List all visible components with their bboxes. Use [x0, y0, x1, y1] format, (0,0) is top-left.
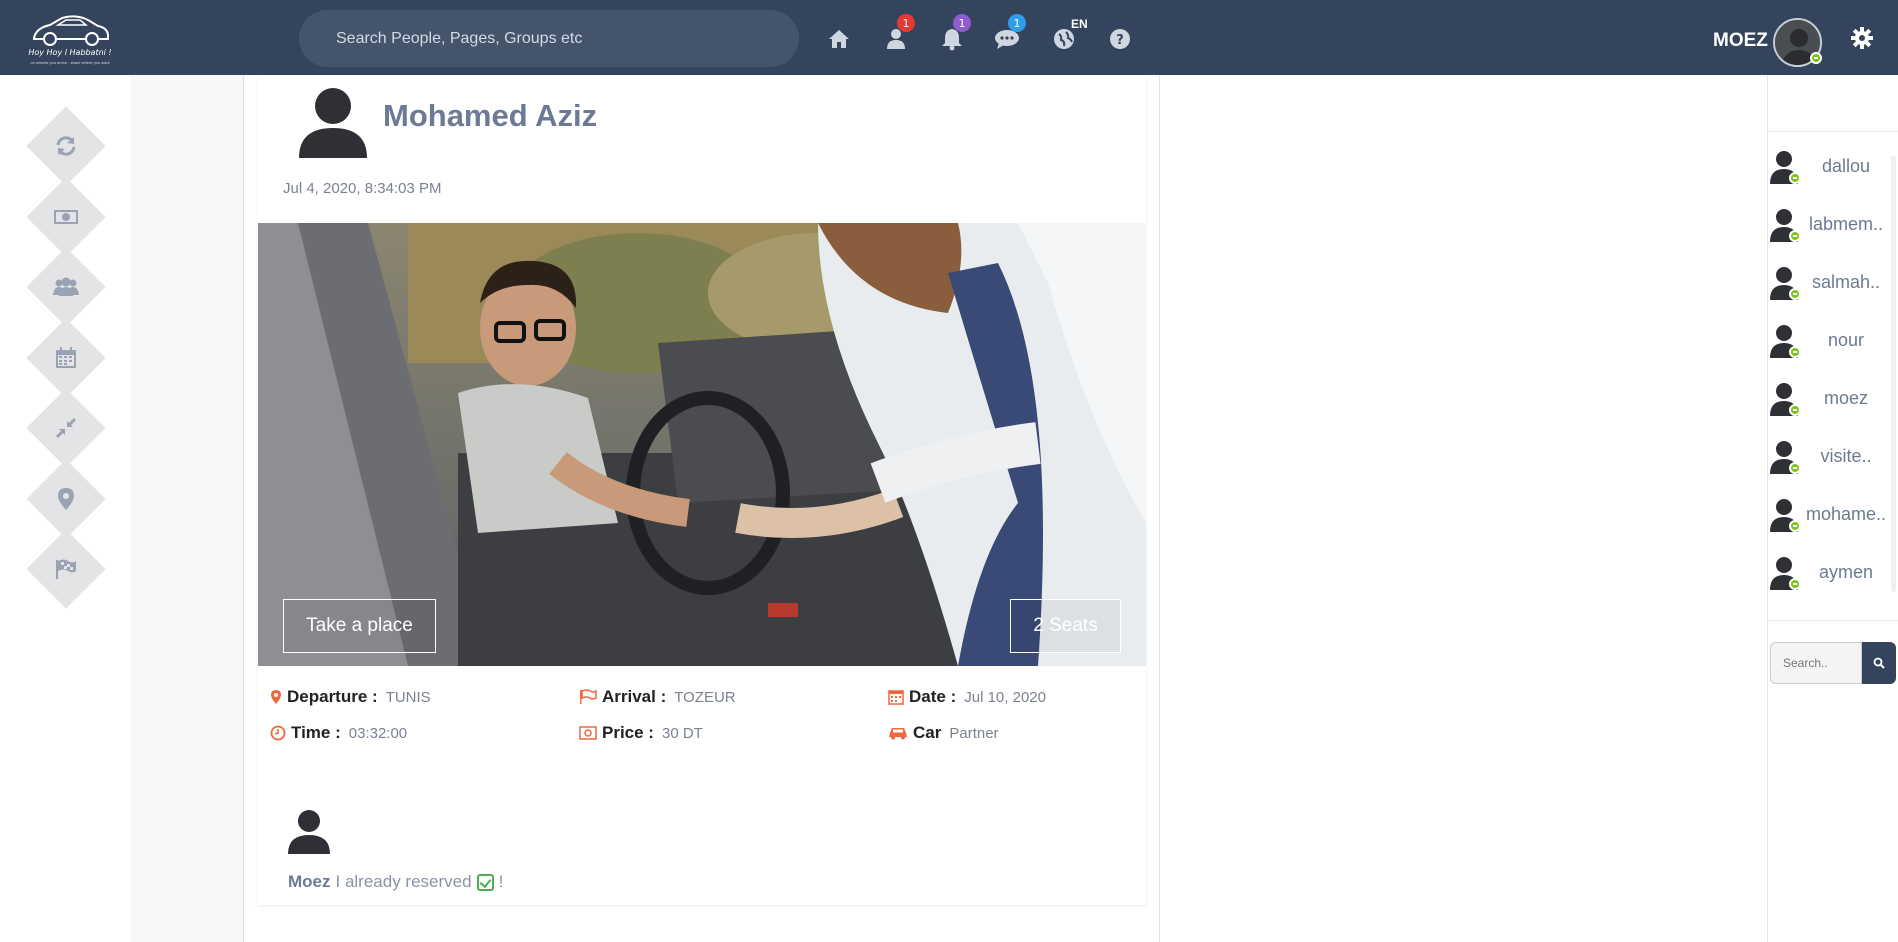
post-date: Jul 4, 2020, 8:34:03 PM: [283, 180, 442, 197]
logo-text: Hoy Hoy l Habbatni !: [28, 48, 112, 57]
time-value: 03:32:00: [348, 724, 408, 742]
price-value: 30 DT: [661, 724, 703, 742]
compress-icon[interactable]: [52, 414, 80, 442]
car-info: Car Partner: [888, 723, 999, 743]
price-money-icon: [579, 726, 597, 740]
contact-name[interactable]: moez: [1800, 388, 1892, 409]
take-a-place-button[interactable]: Take a place: [283, 599, 436, 653]
logo-subtext: on wheels you arrive . share where you w…: [30, 60, 110, 65]
contacts-bottom-divider: [1767, 620, 1898, 621]
language-label[interactable]: EN: [1071, 17, 1088, 31]
car-value: Partner: [949, 724, 999, 742]
top-navbar: Hoy Hoy l Habbatni ! on wheels you arriv…: [0, 0, 1898, 75]
flag-icon[interactable]: [52, 555, 80, 583]
calendar-icon[interactable]: [52, 344, 80, 372]
departure-info: Departure : TUNIS: [270, 687, 431, 707]
contact-name[interactable]: aymen: [1800, 562, 1892, 583]
comment-text: I already reserved: [335, 872, 472, 891]
contact-name[interactable]: nour: [1800, 330, 1892, 351]
friends-icon[interactable]: 1: [883, 14, 915, 52]
comment-author-avatar[interactable]: [286, 806, 332, 854]
location-icon[interactable]: [52, 485, 80, 513]
settings-gear-icon[interactable]: [1851, 27, 1873, 54]
app-logo[interactable]: Hoy Hoy l Habbatni ! on wheels you arriv…: [24, 12, 116, 66]
global-search-input[interactable]: [299, 10, 799, 67]
contacts-top-divider: [1767, 131, 1898, 132]
car-logo-icon: [33, 15, 109, 46]
chat-search: [1770, 642, 1862, 684]
current-user-online-indicator: [1810, 52, 1822, 64]
chat-search-button[interactable]: [1862, 642, 1896, 684]
notifications-icon[interactable]: 1: [939, 14, 971, 52]
price-info: Price : 30 DT: [579, 723, 703, 743]
price-label: Price :: [602, 723, 654, 742]
time-clock-icon: [270, 725, 286, 741]
car-icon: [889, 728, 907, 740]
arrival-value: TOZEUR: [674, 688, 736, 706]
messages-badge: 1: [1008, 14, 1026, 32]
friends-badge: 1: [897, 14, 915, 32]
contact-name[interactable]: salmah..: [1800, 272, 1892, 293]
departure-label: Departure :: [287, 687, 378, 706]
arrival-flag-icon: [580, 689, 597, 704]
contact-name[interactable]: mohame..: [1800, 504, 1892, 525]
date-calendar-icon: [888, 690, 904, 705]
departure-pin-icon: [271, 690, 281, 704]
post-comment: Moez I already reserved !: [288, 872, 503, 892]
current-username[interactable]: MOEZ: [1713, 30, 1768, 52]
comment-suffix: !: [498, 872, 504, 891]
reserved-check-icon: [476, 873, 494, 891]
messages-icon[interactable]: 1: [994, 14, 1026, 52]
contact-name[interactable]: dallou: [1800, 156, 1892, 177]
departure-value: TUNIS: [385, 688, 431, 706]
post-author-name[interactable]: Mohamed Aziz: [383, 98, 597, 134]
date-label: Date :: [909, 687, 957, 706]
svg-text:?: ?: [1116, 33, 1124, 48]
time-info: Time : 03:32:00: [270, 723, 407, 743]
seats-button[interactable]: 2 Seats: [1010, 599, 1121, 653]
chat-search-input[interactable]: [1771, 643, 1861, 683]
money-icon[interactable]: [52, 203, 80, 231]
car-label: Car: [913, 723, 942, 742]
help-icon[interactable]: ?: [1107, 26, 1133, 52]
left-gutter: [131, 75, 243, 942]
time-label: Time :: [291, 723, 341, 742]
group-icon[interactable]: [52, 273, 80, 301]
date-value: Jul 10, 2020: [964, 688, 1046, 706]
date-info: Date : Jul 10, 2020: [888, 687, 1046, 707]
arrival-label: Arrival :: [602, 687, 667, 706]
contact-name[interactable]: labmem..: [1800, 214, 1892, 235]
arrival-info: Arrival : TOZEUR: [579, 687, 736, 707]
refresh-icon[interactable]: [52, 132, 80, 160]
search-icon: [1873, 657, 1885, 669]
post-author-avatar[interactable]: [297, 80, 369, 158]
contact-name[interactable]: visite..: [1800, 446, 1892, 467]
global-search: [299, 10, 799, 67]
notifications-badge: 1: [953, 14, 971, 32]
comment-author[interactable]: Moez: [288, 872, 331, 892]
home-icon[interactable]: [826, 26, 852, 52]
